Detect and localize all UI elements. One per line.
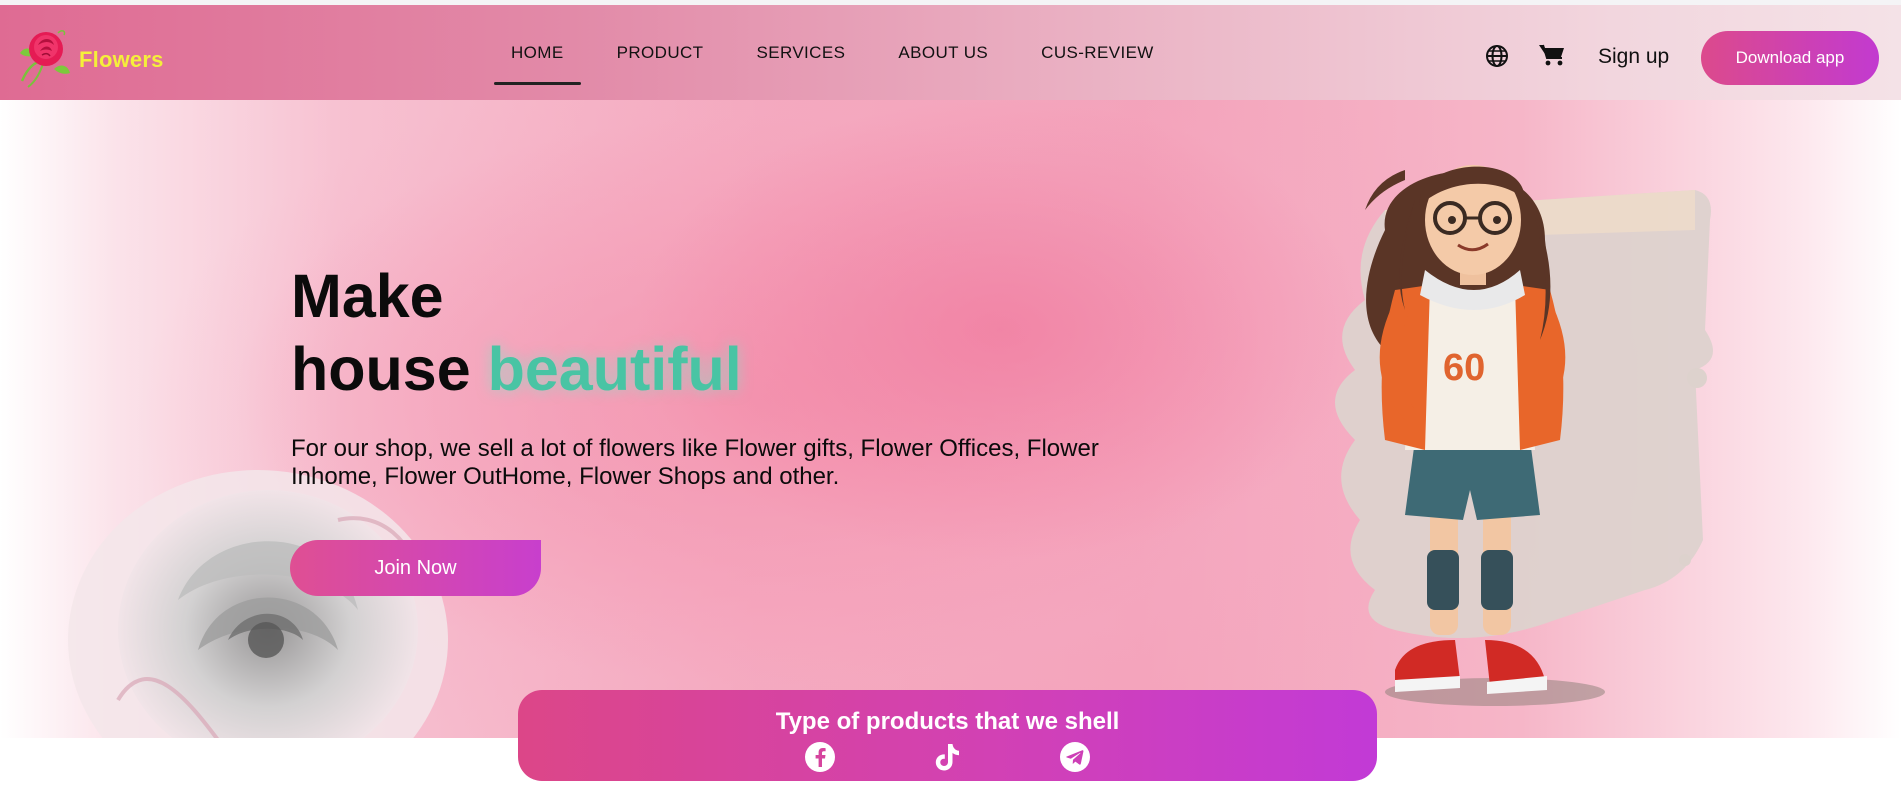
- sign-up-link[interactable]: Sign up: [1598, 45, 1669, 69]
- main-nav: HOME PRODUCT SERVICES ABOUT US CUS-REVIE…: [494, 5, 1171, 100]
- nav-item-services[interactable]: SERVICES: [739, 5, 862, 100]
- brand-name[interactable]: Flowers: [79, 47, 164, 73]
- download-app-button[interactable]: Download app: [1701, 31, 1879, 85]
- headline-accent-word: beautiful: [487, 335, 742, 403]
- hero-description: For our shop, we sell a lot of flowers l…: [291, 435, 1099, 490]
- join-now-button[interactable]: Join Now: [290, 540, 541, 596]
- products-banner: Type of products that we shell: [518, 690, 1377, 781]
- nav-item-cus-review[interactable]: CUS-REVIEW: [1024, 5, 1171, 100]
- girl-illustration: 60: [1335, 165, 1713, 706]
- hero-headline: Make house beautiful: [291, 260, 742, 406]
- navbar: Flowers HOME PRODUCT SERVICES ABOUT US C…: [0, 5, 1901, 100]
- nav-item-about-us[interactable]: ABOUT US: [881, 5, 1005, 100]
- nav-item-product[interactable]: PRODUCT: [600, 5, 721, 100]
- headline-line-1: Make: [291, 262, 444, 330]
- tiktok-icon[interactable]: [931, 741, 963, 773]
- hero-section: Make house beautiful For our shop, we se…: [0, 100, 1901, 738]
- cart-icon[interactable]: [1538, 43, 1566, 67]
- telegram-icon[interactable]: [1059, 741, 1091, 773]
- headline-line-2-plain: house: [291, 335, 471, 403]
- svg-text:60: 60: [1443, 347, 1485, 389]
- products-banner-title: Type of products that we shell: [775, 708, 1120, 735]
- facebook-icon[interactable]: [804, 741, 836, 773]
- rose-logo-icon[interactable]: [14, 23, 76, 91]
- globe-icon[interactable]: [1485, 44, 1509, 68]
- nav-item-home[interactable]: HOME: [494, 5, 581, 100]
